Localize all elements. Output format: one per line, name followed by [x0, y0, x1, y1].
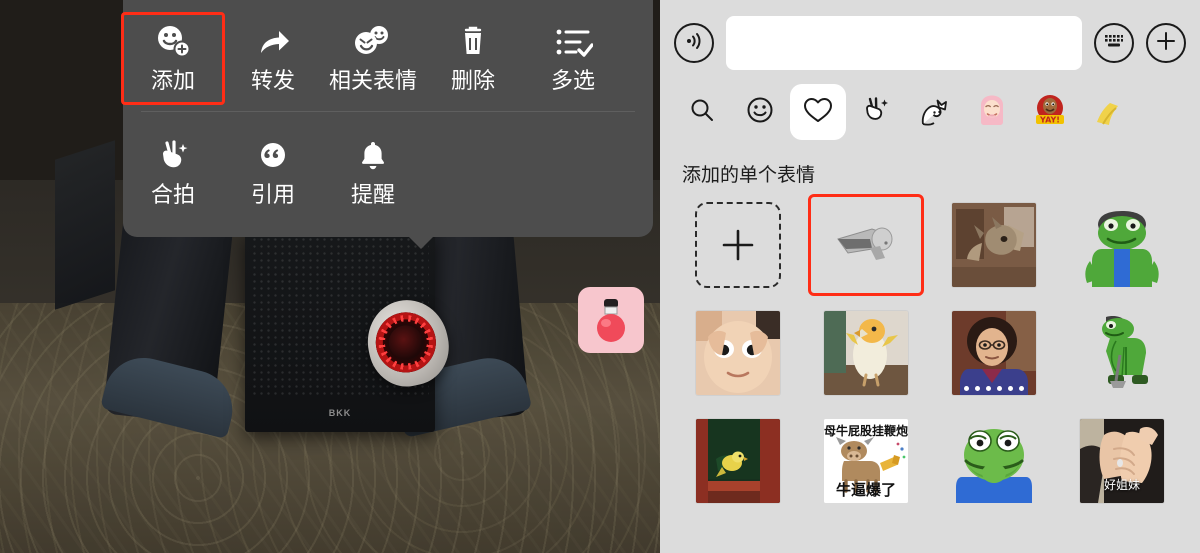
parrot-sticker[interactable]	[811, 305, 921, 401]
double-smiley-icon	[352, 22, 394, 62]
search-icon	[688, 96, 716, 129]
context-menu-item-quote[interactable]: 引用	[223, 128, 323, 217]
sticker-tab-pink-hair[interactable]	[964, 84, 1020, 140]
child-eyes-sticker[interactable]	[683, 305, 793, 401]
context-menu-row-2: 合拍 引用 提醒	[123, 112, 653, 225]
security-camera-sticker[interactable]	[808, 194, 924, 296]
context-menu-item-multi-select[interactable]: 多选	[523, 14, 623, 103]
context-menu-item-delete[interactable]: 删除	[423, 14, 523, 103]
sticker-caption-bottom: 牛逼爆了	[835, 481, 896, 499]
context-menu-item-label: 提醒	[350, 183, 395, 208]
sticker-image	[824, 203, 908, 287]
sticker-caption: 好姐妹	[1103, 478, 1140, 492]
screen: BKK 添加 转发 相关表情 删除 多选 合拍 引用 提醒 YAY! 添加的单个…	[0, 0, 1200, 553]
chat-photo-pane: BKK 添加 转发 相关表情 删除 多选 合拍 引用 提醒	[0, 0, 660, 553]
green-frog-muscle-sticker[interactable]	[1067, 197, 1177, 293]
context-menu-row-1: 添加 转发 相关表情 删除 多选	[121, 0, 653, 111]
svg-text:YAY!: YAY!	[1039, 115, 1060, 124]
pepe-frog-sticker[interactable]	[939, 413, 1049, 509]
sticker-image	[952, 203, 1036, 287]
smiley-plus-icon	[154, 22, 192, 62]
trash-icon	[454, 22, 492, 62]
context-menu-item-label: 添加	[150, 69, 195, 94]
quote-icon	[254, 136, 292, 176]
sticker-tab-emoji[interactable]	[732, 84, 788, 140]
voice-button[interactable]	[674, 23, 714, 63]
plus-icon	[722, 229, 754, 261]
context-menu-item-label: 删除	[450, 69, 495, 94]
woman-portrait-sticker[interactable]	[939, 305, 1049, 401]
sticker-image	[696, 311, 780, 395]
context-menu-pointer	[408, 236, 434, 249]
white-cat-icon	[917, 94, 951, 131]
sticker-tab-search[interactable]	[674, 84, 730, 140]
context-menu-item-forward[interactable]: 转发	[223, 14, 323, 103]
perfume-bottle-icon	[597, 299, 625, 342]
message-input-bar	[660, 0, 1200, 80]
message-input[interactable]	[726, 16, 1082, 70]
partial-sticker-icon	[1095, 94, 1121, 131]
context-menu-item-label: 相关表情	[328, 69, 417, 94]
sticker-image: 母牛屁股挂鞭炮 牛逼爆了	[824, 419, 908, 503]
sticker-image	[696, 419, 780, 503]
yellow-bird-window-sticker[interactable]	[683, 413, 793, 509]
context-menu-item-related-stickers[interactable]: 相关表情	[323, 14, 423, 103]
peace-hand-sparkle-icon	[154, 136, 192, 176]
context-menu-item-remind[interactable]: 提醒	[323, 128, 423, 217]
sticker-tab-favorites[interactable]	[790, 84, 846, 140]
message-context-menu: 添加 转发 相关表情 删除 多选 合拍 引用 提醒	[121, 0, 653, 249]
horse-head-sticker[interactable]	[939, 197, 1049, 293]
sticker-image	[952, 311, 1036, 395]
add-sticker-button[interactable]	[683, 197, 793, 293]
green-frog-digging-sticker[interactable]	[1067, 305, 1177, 401]
context-menu-item-label: 合拍	[150, 183, 195, 208]
smiley-icon	[745, 95, 775, 130]
context-menu-item-label: 多选	[550, 69, 595, 94]
bell-icon	[354, 136, 392, 176]
sticker-grid: 母牛屁股挂鞭炮 牛逼爆了 好姐妹	[660, 194, 1200, 523]
voice-wave-icon	[683, 30, 705, 57]
keyboard-icon	[1103, 32, 1125, 55]
keyboard-button[interactable]	[1094, 23, 1134, 63]
section-title: 添加的单个表情	[682, 164, 816, 186]
heart-icon	[802, 95, 834, 130]
sticker-caption-top: 母牛屁股挂鞭炮	[824, 424, 908, 438]
plus-icon	[1155, 30, 1177, 57]
sticker-image	[1080, 311, 1164, 395]
camera-lens	[370, 306, 442, 379]
sticker-tab-white-cat[interactable]	[906, 84, 962, 140]
speaker-brand-label: BKK	[328, 408, 352, 418]
sticker-image	[952, 419, 1036, 503]
sticker-image	[1080, 203, 1164, 287]
sticker-tab-row: YAY!	[660, 80, 1200, 148]
multi-select-icon	[553, 22, 593, 62]
sticker-panel: YAY! 添加的单个表情 母牛屁股挂鞭炮 牛逼爆了 好姐妹	[660, 0, 1200, 553]
clasped-hands-sticker[interactable]: 好姐妹	[1067, 413, 1177, 509]
sticker-image	[824, 311, 908, 395]
add-sticker-dashed-box	[695, 202, 781, 288]
perfume-bottle-sticker[interactable]	[578, 287, 644, 353]
camera-ir-leds	[372, 309, 440, 376]
context-menu-item-add[interactable]: 添加	[121, 12, 225, 105]
sticker-tab-partial[interactable]	[1080, 84, 1136, 140]
context-menu-item-label: 转发	[250, 69, 295, 94]
peace-hand-sparkle-icon	[860, 94, 892, 131]
context-menu-item-label: 引用	[250, 183, 295, 208]
sticker-page-dots	[952, 386, 1036, 391]
pink-hair-girl-icon	[975, 93, 1009, 132]
sticker-tab-yay[interactable]: YAY!	[1022, 84, 1078, 140]
sticker-tab-peace-hand[interactable]	[848, 84, 904, 140]
yay-badge-icon: YAY!	[1033, 93, 1067, 132]
add-attachment-button[interactable]	[1146, 23, 1186, 63]
sticker-image: 好姐妹	[1080, 419, 1164, 503]
context-menu-item-duet[interactable]: 合拍	[123, 128, 223, 217]
cow-firecracker-sticker[interactable]: 母牛屁股挂鞭炮 牛逼爆了	[811, 413, 921, 509]
forward-arrow-icon	[254, 22, 292, 62]
chair	[55, 140, 115, 310]
